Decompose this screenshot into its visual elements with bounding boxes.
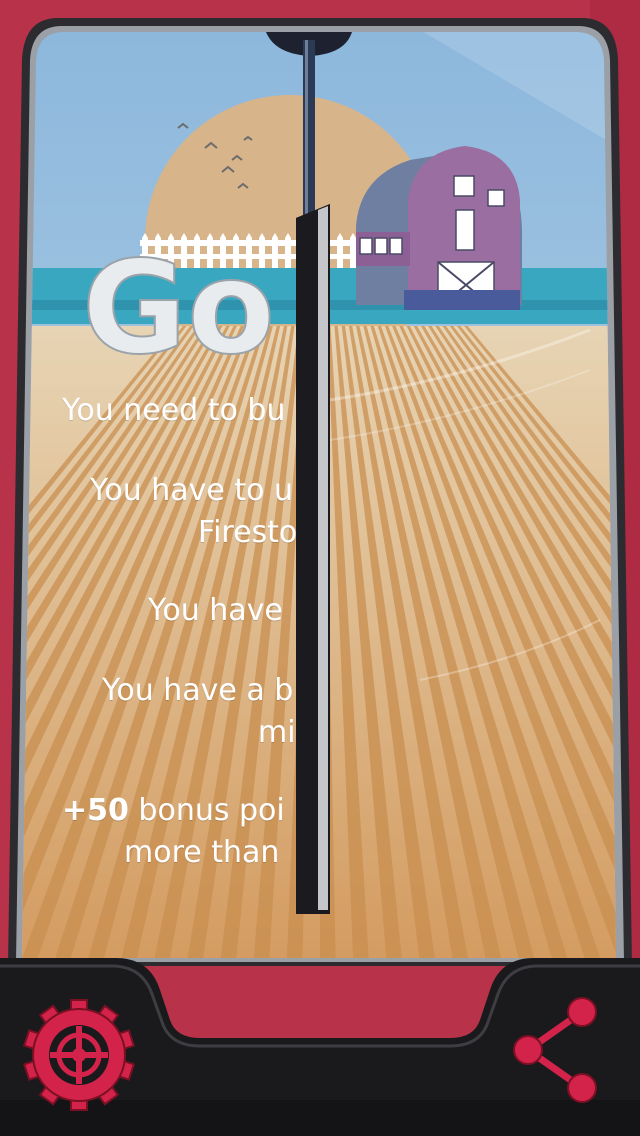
instruction-line-5a: +50 bonus poi	[62, 793, 285, 828]
bonus-text: bonus poi	[128, 793, 285, 828]
title-logo: Go	[81, 233, 276, 384]
instruction-line-4b: mi	[258, 715, 296, 750]
instruction-line-5b: more than	[124, 835, 280, 870]
share-button[interactable]	[500, 990, 610, 1110]
gear-crosshair-icon	[22, 999, 136, 1111]
instruction-line-4a: You have a b	[102, 673, 294, 708]
svg-text:Go: Go	[82, 234, 275, 383]
instruction-line-3: You have	[148, 593, 283, 628]
instruction-line-1: You need to bu	[62, 393, 286, 428]
bonus-value: +50	[62, 793, 129, 828]
share-icon	[513, 997, 597, 1103]
instruction-line-2a: You have to u	[90, 473, 294, 508]
game-screen: Go You need to bu You have to u Firesto …	[0, 0, 640, 1136]
instruction-line-2b: Firesto	[198, 515, 298, 550]
settings-button[interactable]	[20, 996, 138, 1114]
